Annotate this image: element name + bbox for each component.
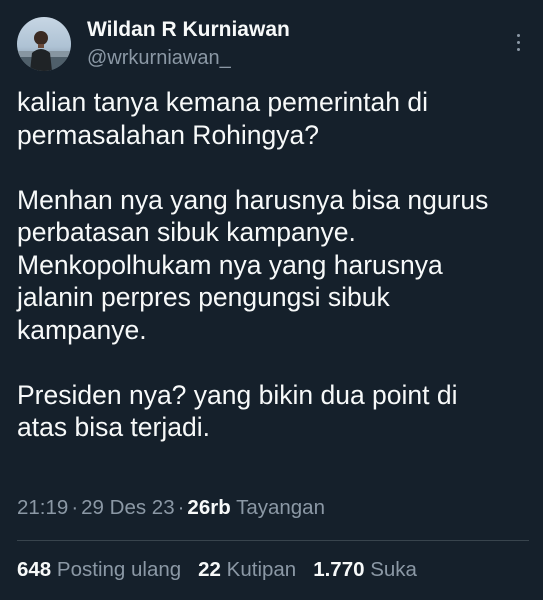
views-count[interactable]: 26rb (187, 496, 230, 519)
quotes-stat[interactable]: 22 Kutipan (198, 556, 296, 584)
tweet-paragraph: Presiden nya? yang bikin dua point di at… (17, 379, 532, 444)
more-vertical-icon-dot (516, 40, 520, 44)
likes-label: Suka (370, 558, 417, 581)
tweet-date[interactable]: 29 Des 23 (81, 496, 174, 519)
divider (17, 540, 529, 541)
likes-stat[interactable]: 1.770 Suka (313, 556, 417, 584)
reposts-label: Posting ulang (56, 558, 182, 581)
tweet-paragraph: kalian tanya kemana pemerintah di permas… (17, 86, 532, 151)
tweet-line: Menkopolhukam nya yang harusnya (17, 249, 443, 280)
more-vertical-icon-dot (516, 47, 520, 51)
tweet-text: kalian tanya kemana pemerintah di permas… (17, 86, 532, 444)
quotes-count: 22 (198, 558, 221, 581)
tweet-line: Presiden nya? yang bikin dua point di (17, 379, 458, 410)
more-vertical-icon (516, 33, 520, 37)
author-names: Wildan R Kurniawan @wrkurniawan_ (87, 17, 290, 71)
views-label: Tayangan (236, 496, 325, 519)
meta-separator: · (177, 496, 185, 519)
tweet-line: atas bisa terjadi. (17, 412, 210, 442)
quotes-label: Kutipan (226, 558, 297, 581)
avatar[interactable] (17, 17, 71, 71)
tweet-line: permasalahan Rohingya? (17, 119, 320, 150)
tweet-line: jalanin perpres pengungsi sibuk (17, 282, 390, 312)
tweet-line: kampanye. (17, 314, 147, 345)
reposts-count: 648 (17, 558, 52, 581)
tweet-paragraph: Menhan nya yang harusnya bisa ngurus per… (17, 184, 532, 347)
tweet-header: Wildan R Kurniawan @wrkurniawan_ (17, 17, 527, 73)
engagement-stats: 648 Posting ulang 22 Kutipan 1.770 Suka (17, 556, 417, 584)
tweet-line: kalian tanya kemana pemerintah di (17, 87, 428, 117)
meta-separator: · (71, 496, 79, 519)
reposts-stat[interactable]: 648 Posting ulang (17, 556, 181, 584)
likes-count: 1.770 (313, 558, 365, 581)
tweet-meta: 21:19 · 29 Des 23 · 26rb Tayangan (17, 494, 325, 522)
author-handle[interactable]: @wrkurniawan_ (87, 45, 290, 71)
tweet-card: Wildan R Kurniawan @wrkurniawan_ kalian … (0, 0, 543, 600)
author-display-name[interactable]: Wildan R Kurniawan (87, 17, 290, 43)
more-options-button[interactable] (509, 29, 527, 55)
tweet-line: Menhan nya yang harusnya bisa ngurus (17, 184, 489, 215)
tweet-line: perbatasan sibuk kampanye. (17, 217, 356, 247)
tweet-time[interactable]: 21:19 (17, 496, 68, 519)
